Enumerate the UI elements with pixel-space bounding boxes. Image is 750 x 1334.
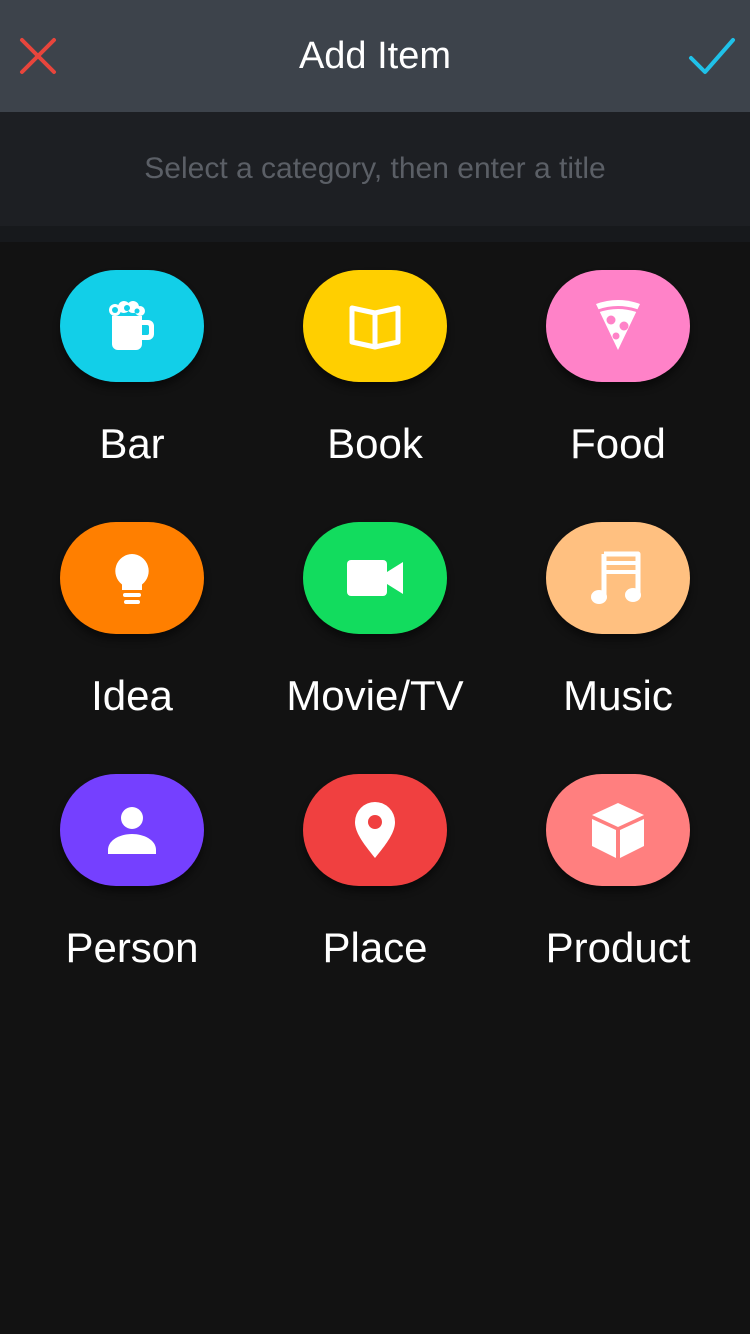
category-label: Place — [322, 924, 428, 971]
category-label: Bar — [99, 420, 165, 467]
category-bar[interactable]: Bar — [12, 242, 252, 482]
done-button[interactable] — [682, 28, 742, 84]
video-camera-icon — [347, 560, 403, 596]
beer-mug-icon — [109, 301, 154, 350]
category-bubble — [546, 270, 690, 382]
title-input[interactable] — [0, 112, 750, 226]
close-icon — [20, 38, 56, 74]
category-bubble — [60, 270, 204, 382]
pizza-slice-icon — [596, 300, 640, 350]
category-bubble — [303, 774, 447, 886]
category-label: Music — [563, 672, 673, 719]
category-label: Book — [327, 420, 423, 467]
person-icon — [108, 807, 156, 854]
top-bar: Add Item — [0, 0, 750, 112]
category-bubble — [60, 774, 204, 886]
cube-icon — [592, 803, 644, 858]
category-label: Product — [545, 924, 691, 971]
category-label: Movie/TV — [286, 672, 464, 719]
page-title: Add Item — [298, 35, 452, 77]
category-person[interactable]: Person — [12, 746, 252, 986]
category-book[interactable]: Book — [255, 242, 495, 482]
lightbulb-icon — [115, 554, 149, 604]
music-note-icon — [591, 551, 641, 604]
category-label: Idea — [91, 672, 173, 719]
map-pin-icon — [355, 802, 395, 858]
title-row — [0, 112, 750, 226]
open-book-icon — [349, 305, 401, 350]
category-product[interactable]: Product — [498, 746, 738, 986]
category-food[interactable]: Food — [498, 242, 738, 482]
close-button[interactable] — [10, 28, 66, 84]
add-item-screen: Add Item Select a category, then enter a… — [0, 0, 750, 1334]
checkmark-icon — [689, 38, 735, 74]
category-bubble — [60, 522, 204, 634]
category-bubble — [546, 774, 690, 886]
category-bubble — [303, 522, 447, 634]
category-bubble — [303, 270, 447, 382]
category-bubble — [546, 522, 690, 634]
category-movie-tv[interactable]: Movie/TV — [255, 494, 495, 734]
divider — [0, 226, 750, 242]
category-music[interactable]: Music — [498, 494, 738, 734]
category-label: Person — [65, 924, 199, 971]
category-place[interactable]: Place — [255, 746, 495, 986]
category-label: Food — [570, 420, 666, 467]
category-idea[interactable]: Idea — [12, 494, 252, 734]
